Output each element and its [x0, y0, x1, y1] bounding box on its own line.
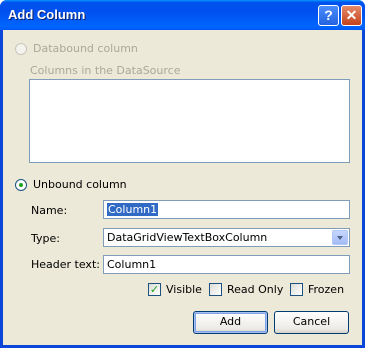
- type-select[interactable]: DataGridViewTextBoxColumn: [103, 228, 350, 247]
- checkmark-icon: ✓: [149, 283, 160, 296]
- columns-in-datasource-label: Columns in the DataSource: [30, 64, 181, 77]
- help-button[interactable]: ?: [318, 5, 339, 26]
- add-button[interactable]: Add: [193, 311, 268, 334]
- cancel-button[interactable]: Cancel: [274, 311, 349, 334]
- datasource-columns-list[interactable]: [29, 79, 350, 163]
- frozen-label: Frozen: [308, 283, 345, 296]
- type-select-value: DataGridViewTextBoxColumn: [107, 231, 268, 244]
- databound-column-radio[interactable]: [15, 43, 27, 55]
- help-icon: ?: [324, 7, 333, 23]
- window-title: Add Column: [8, 7, 86, 22]
- visible-label: Visible: [166, 283, 202, 296]
- name-input[interactable]: Column1: [103, 200, 350, 219]
- name-input-value: Column1: [107, 203, 159, 216]
- close-button[interactable]: ✕: [341, 5, 362, 26]
- header-text-input[interactable]: Column1: [103, 255, 350, 274]
- frozen-checkbox[interactable]: [290, 283, 303, 296]
- dialog-body: Databound column Columns in the DataSour…: [3, 30, 362, 345]
- header-text-input-value: Column1: [107, 258, 157, 271]
- read-only-checkbox[interactable]: [209, 283, 222, 296]
- radio-selected-dot: [19, 183, 23, 187]
- add-column-dialog: Add Column ? ✕ Databound column Columns …: [0, 0, 365, 348]
- unbound-column-label: Unbound column: [33, 178, 127, 191]
- read-only-label: Read Only: [227, 283, 284, 296]
- close-icon: ✕: [345, 7, 358, 23]
- name-label: Name:: [31, 204, 68, 217]
- title-bar[interactable]: Add Column ? ✕: [0, 0, 365, 30]
- header-text-label: Header text:: [31, 258, 100, 271]
- visible-checkbox[interactable]: ✓: [148, 283, 161, 296]
- cancel-button-label: Cancel: [292, 315, 331, 328]
- type-label: Type:: [31, 232, 60, 245]
- unbound-column-radio[interactable]: [15, 179, 27, 191]
- add-button-label: Add: [219, 315, 242, 328]
- chevron-down-icon[interactable]: [332, 230, 348, 245]
- databound-column-label: Databound column: [33, 42, 138, 55]
